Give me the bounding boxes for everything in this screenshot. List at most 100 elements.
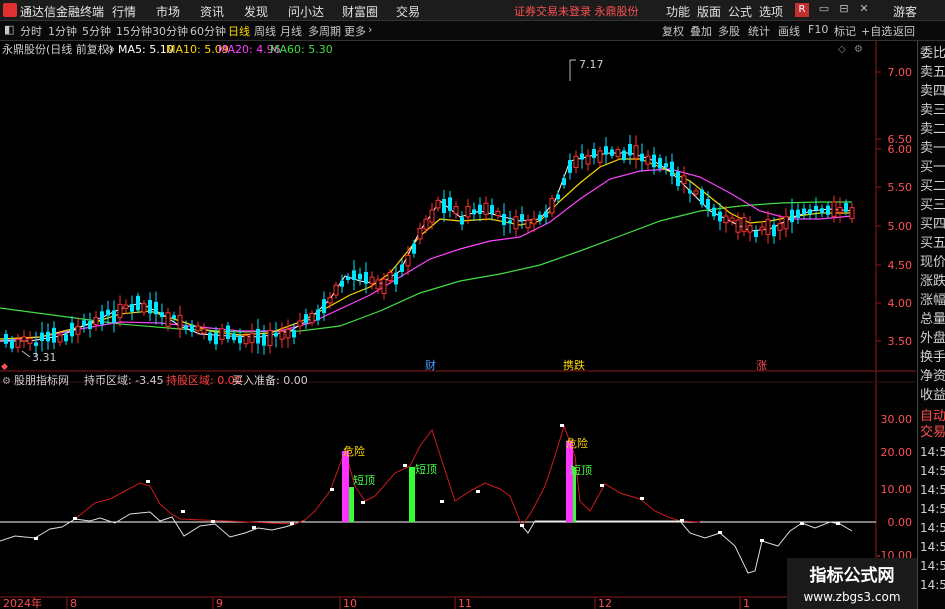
candle-body (796, 209, 800, 218)
app-title: 通达信金融终端 (20, 5, 105, 19)
candle-body (622, 150, 626, 161)
menu-xuanxiang[interactable]: 选项 (759, 3, 783, 20)
menu-gongshi[interactable]: 公式 (728, 3, 752, 20)
label-sell2: 卖二 (920, 122, 945, 137)
candle-body (844, 202, 848, 212)
label-sell1: 卖一 (920, 141, 945, 156)
btn-f10[interactable]: F10 (808, 23, 828, 36)
candle-body (322, 299, 326, 314)
candle-body (417, 228, 423, 240)
btn-diejia[interactable]: 叠加 (690, 23, 712, 39)
label-weibi: 委比 (920, 46, 945, 61)
candle-body (214, 332, 218, 345)
login-notice[interactable]: 证券交易未登录 永鼎股份 (514, 3, 639, 19)
candle-body (249, 333, 255, 344)
btn-tongji[interactable]: 统计 (748, 23, 770, 39)
candle-body (27, 337, 33, 344)
candle-body (106, 309, 110, 316)
price-tick: 5.50 (888, 181, 913, 194)
candle-body (453, 206, 459, 215)
more-chevron-icon[interactable]: › (368, 23, 372, 36)
candle-body (4, 334, 8, 344)
event-mark-xiedie[interactable]: 携跌 (563, 358, 585, 372)
candle-body (478, 204, 482, 214)
candle-body (82, 320, 86, 327)
label-outer: 外盘 (920, 331, 945, 346)
r-badge[interactable]: R (795, 3, 809, 17)
date-label: 10 (343, 597, 357, 609)
period-15min[interactable]: 15分钟 (116, 23, 152, 39)
candle-body (688, 190, 692, 194)
period-weekly[interactable]: 周线 (254, 23, 276, 39)
candle-body (400, 264, 404, 272)
label-turnover: 换手 (920, 350, 945, 365)
candle-body (267, 330, 273, 346)
candle-body (262, 334, 266, 346)
candle-body (615, 149, 621, 157)
label-change-pct: 涨幅 (920, 293, 945, 308)
menu-caifuquan[interactable]: 财富圈 (342, 3, 378, 20)
menu-jiaoyi[interactable]: 交易 (396, 3, 420, 20)
label-sell3: 卖三 (920, 103, 945, 118)
candle-body (309, 313, 315, 324)
menu-hangqing[interactable]: 行情 (112, 3, 136, 20)
candle-body (274, 332, 278, 337)
kline-chart-area[interactable]: 7.00 6.50 6.00 5.50 5.00 4.50 4.00 3.50 … (0, 41, 917, 609)
period-multi[interactable]: 多周期 (308, 23, 341, 39)
candle-body (549, 198, 555, 214)
minimize-icon[interactable]: ▭ (818, 3, 830, 15)
period-5min[interactable]: 5分钟 (82, 23, 111, 39)
btn-biaoji[interactable]: 标记 (834, 23, 856, 39)
period-60min[interactable]: 60分钟 (190, 23, 226, 39)
candle-body (633, 145, 639, 159)
btn-duogu[interactable]: 多股 (718, 23, 740, 39)
label-net-assets: 净资 (920, 369, 945, 384)
annotation-short-top: 短顶 (415, 462, 437, 476)
settings-icon[interactable]: ⚙ (106, 45, 115, 56)
menu-faxian[interactable]: 发现 (244, 3, 268, 20)
quote-side-panel: 委比 卖五 卖四 卖三 卖二 卖一 买一 买二 买三 买四 买五 现价 涨跌 涨… (917, 41, 945, 609)
period-daily[interactable]: 日线 (228, 23, 250, 39)
period-fenshi[interactable]: 分时 (20, 23, 42, 39)
annotation-short-top: 短顶 (570, 463, 592, 477)
period-1min[interactable]: 1分钟 (48, 23, 77, 39)
auto-trade-label[interactable]: 自动 (920, 409, 945, 425)
candle-body (112, 310, 116, 323)
period-monthly[interactable]: 月线 (280, 23, 302, 39)
btn-back[interactable]: 返回 (893, 23, 915, 39)
annotation-danger: 危险 (566, 436, 588, 450)
candle-body (741, 217, 747, 232)
candle-body (538, 214, 542, 221)
restore-icon[interactable]: ⊟ (838, 3, 850, 15)
btn-fuquan[interactable]: 复权 (662, 23, 684, 39)
candle-body (772, 224, 776, 237)
toggle-icon[interactable]: ◧ (4, 23, 14, 36)
sub-settings-icon[interactable]: ⚙ (2, 376, 11, 387)
label-price: 现价 (920, 255, 945, 270)
period-30min[interactable]: 30分钟 (152, 23, 188, 39)
candle-body (628, 143, 632, 156)
diamond-icon[interactable]: ◇ (838, 44, 846, 55)
menu-zixun[interactable]: 资讯 (200, 3, 224, 20)
indicator-tick: 10.00 (881, 483, 913, 496)
menu-banmian[interactable]: 版面 (697, 3, 721, 20)
candle-body (442, 198, 446, 214)
menu-gongneng[interactable]: 功能 (666, 3, 690, 20)
menu-wenxiaoda[interactable]: 问小达 (288, 3, 324, 20)
guest-label[interactable]: 游客 (893, 3, 917, 20)
btn-add-watchlist[interactable]: +自选 (861, 23, 892, 39)
btn-huaxian[interactable]: 画线 (778, 23, 800, 39)
event-mark-cai[interactable]: 财 (425, 358, 436, 372)
candle-body (375, 279, 381, 290)
candle-body (802, 208, 806, 215)
candle-body (448, 197, 452, 211)
gear-icon[interactable]: ⚙ (854, 44, 863, 55)
trade-label[interactable]: 交易 (920, 425, 945, 441)
candle-body (21, 336, 27, 342)
candle-body (670, 161, 674, 177)
tick-time: 14:56 (920, 559, 945, 573)
event-mark-zhang[interactable]: 涨 (756, 359, 767, 372)
period-more[interactable]: 更多 (344, 23, 366, 39)
close-icon[interactable]: ✕ (858, 3, 870, 15)
menu-shichang[interactable]: 市场 (156, 3, 180, 20)
